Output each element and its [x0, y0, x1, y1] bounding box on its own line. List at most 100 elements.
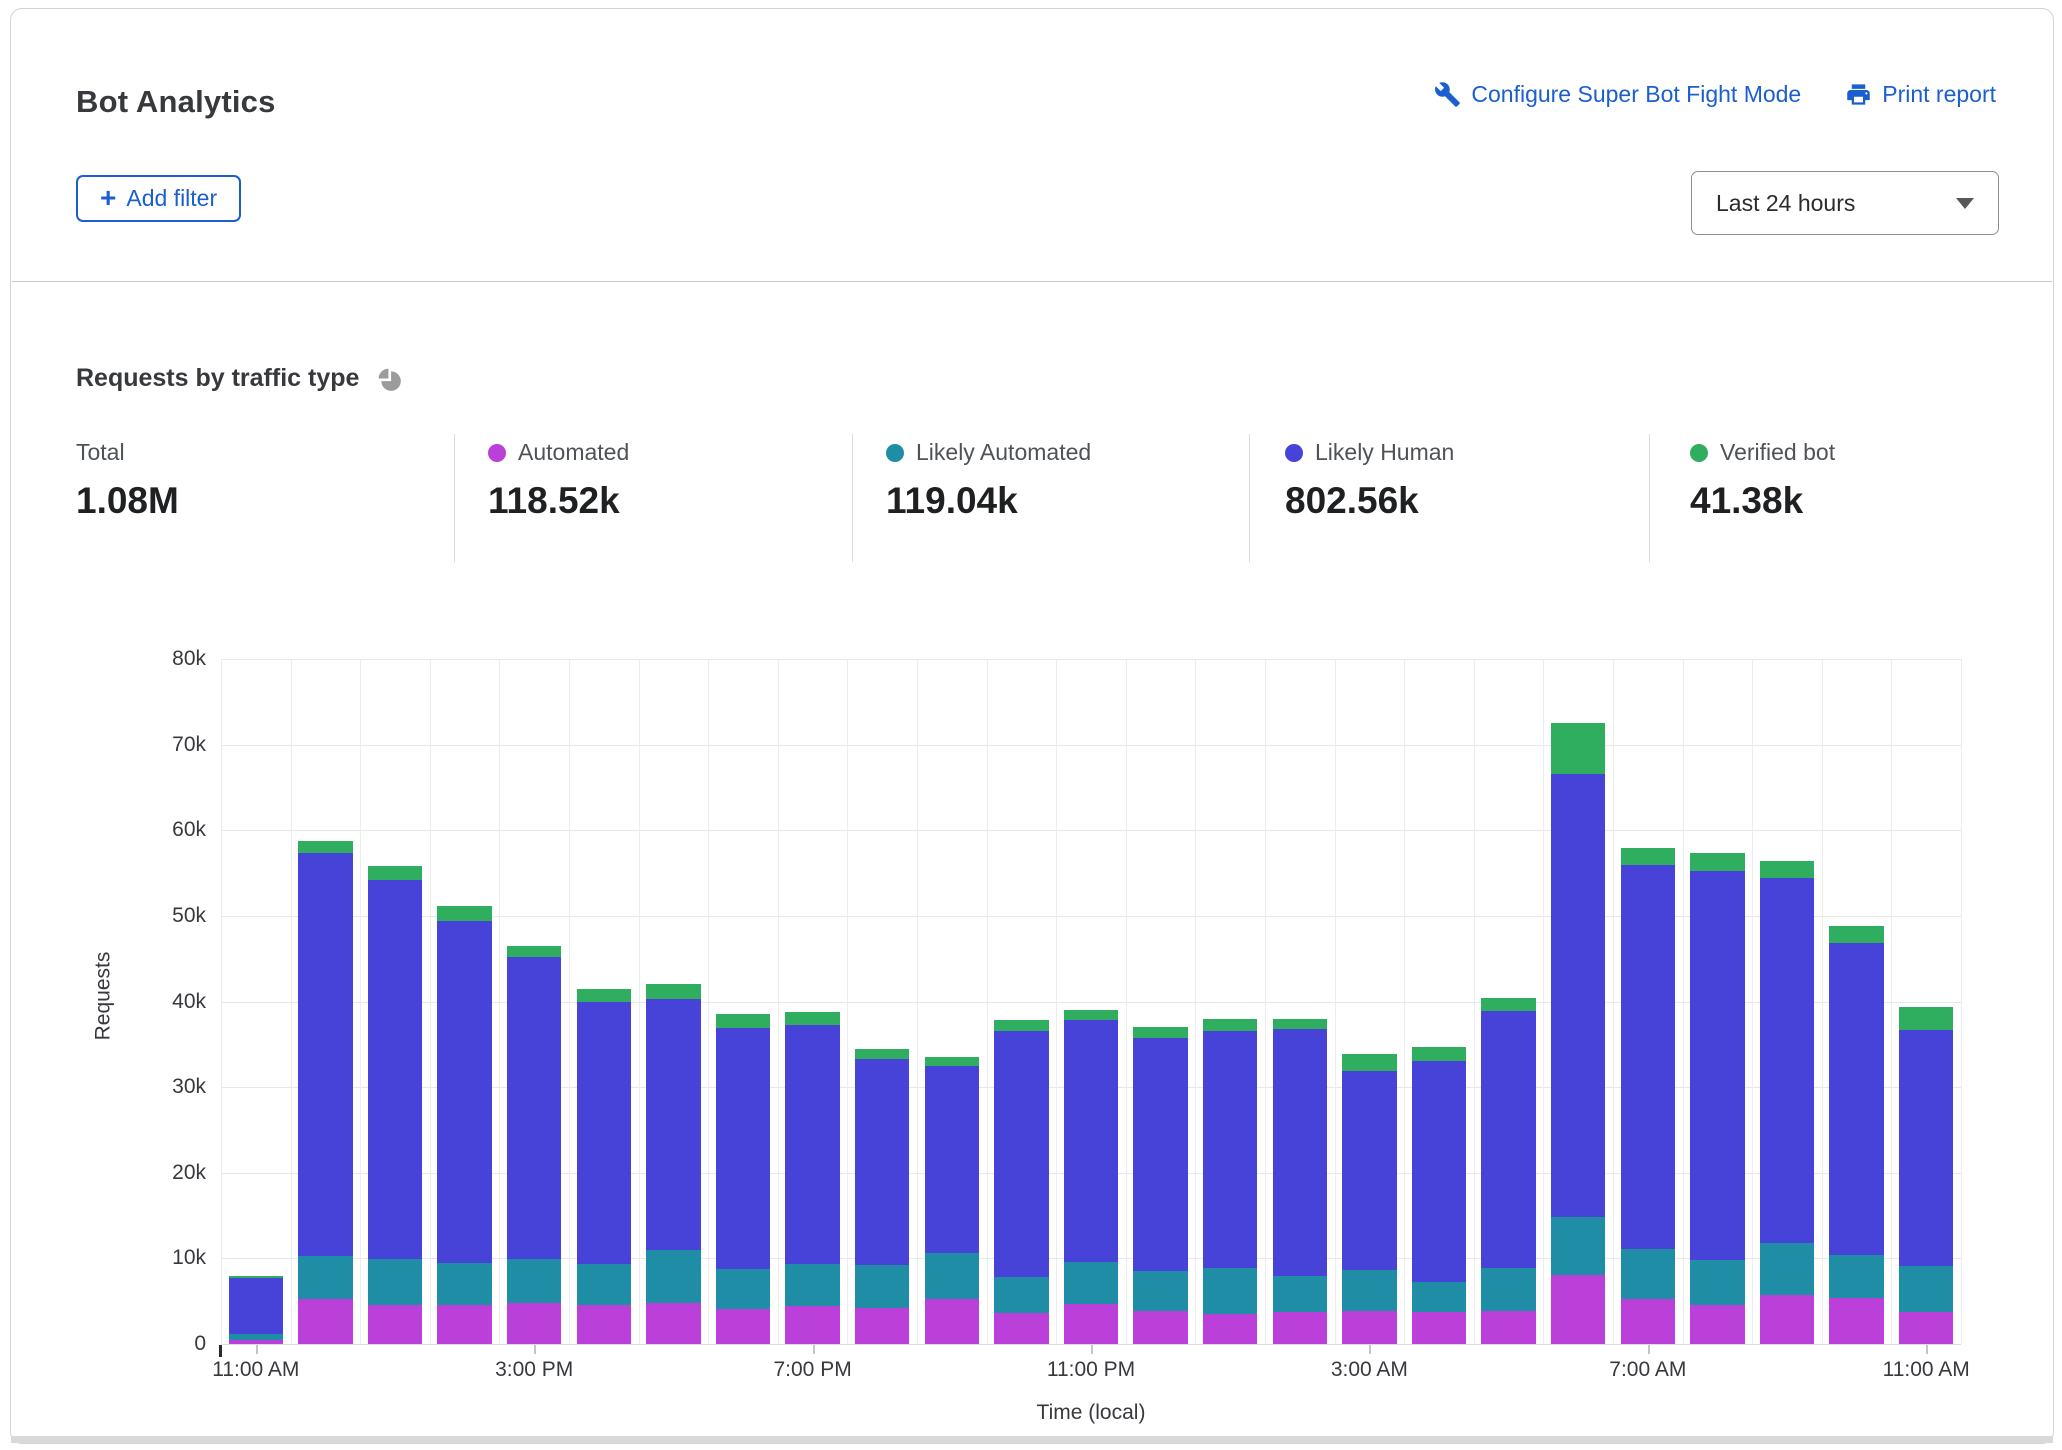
bar-segment-likely-automated[interactable]: [785, 1264, 839, 1306]
stacked-bar[interactable]: [1760, 659, 1814, 1344]
bar-segment-likely-automated[interactable]: [1760, 1243, 1814, 1295]
bar-segment-likely-human[interactable]: [1899, 1030, 1953, 1266]
bar-segment-likely-human[interactable]: [1621, 865, 1675, 1249]
bar-segment-verified-bot[interactable]: [1621, 848, 1675, 865]
bar-segment-likely-automated[interactable]: [437, 1263, 491, 1306]
bar-segment-likely-human[interactable]: [1064, 1020, 1118, 1262]
bar-segment-likely-automated[interactable]: [577, 1264, 631, 1304]
bar-segment-automated[interactable]: [1342, 1311, 1396, 1344]
bar-segment-likely-human[interactable]: [507, 957, 561, 1259]
stacked-bar[interactable]: [1690, 659, 1744, 1344]
bar-segment-likely-automated[interactable]: [1829, 1255, 1883, 1298]
bar-segment-automated[interactable]: [1551, 1275, 1605, 1344]
bar-segment-likely-human[interactable]: [298, 853, 352, 1256]
stacked-bar[interactable]: [646, 659, 700, 1344]
bar-segment-automated[interactable]: [716, 1309, 770, 1344]
bar-segment-likely-human[interactable]: [1133, 1038, 1187, 1271]
bar-segment-automated[interactable]: [437, 1305, 491, 1344]
bar-segment-automated[interactable]: [298, 1299, 352, 1344]
bar-segment-verified-bot[interactable]: [1133, 1027, 1187, 1038]
bar-segment-likely-human[interactable]: [646, 999, 700, 1250]
bar-segment-likely-human[interactable]: [1760, 878, 1814, 1243]
bar-segment-verified-bot[interactable]: [855, 1049, 909, 1059]
stacked-bar[interactable]: [1203, 659, 1257, 1344]
bar-segment-automated[interactable]: [1064, 1304, 1118, 1344]
bar-segment-likely-human[interactable]: [716, 1028, 770, 1269]
bar-segment-verified-bot[interactable]: [507, 946, 561, 957]
stacked-bar[interactable]: [507, 659, 561, 1344]
bar-segment-likely-automated[interactable]: [1899, 1266, 1953, 1312]
bar-segment-verified-bot[interactable]: [437, 906, 491, 921]
bar-segment-likely-human[interactable]: [368, 880, 422, 1259]
stacked-bar[interactable]: [994, 659, 1048, 1344]
bar-segment-likely-automated[interactable]: [507, 1259, 561, 1303]
bar-segment-verified-bot[interactable]: [1273, 1019, 1327, 1029]
bar-segment-likely-human[interactable]: [1273, 1029, 1327, 1276]
bar-segment-likely-human[interactable]: [855, 1059, 909, 1265]
stacked-bar[interactable]: [1829, 659, 1883, 1344]
bar-segment-likely-human[interactable]: [1829, 943, 1883, 1255]
stacked-bar[interactable]: [298, 659, 352, 1344]
configure-super-bot-fight-mode-link[interactable]: Configure Super Bot Fight Mode: [1434, 81, 1801, 108]
bar-segment-automated[interactable]: [646, 1303, 700, 1344]
bar-segment-verified-bot[interactable]: [1412, 1047, 1466, 1061]
stacked-bar[interactable]: [785, 659, 839, 1344]
bar-segment-likely-automated[interactable]: [1064, 1262, 1118, 1304]
bar-segment-likely-human[interactable]: [437, 921, 491, 1263]
bar-segment-automated[interactable]: [1203, 1314, 1257, 1344]
bar-segment-likely-human[interactable]: [577, 1002, 631, 1264]
bar-segment-likely-automated[interactable]: [1133, 1271, 1187, 1310]
bar-segment-verified-bot[interactable]: [785, 1012, 839, 1026]
time-range-select[interactable]: Last 24 hours: [1691, 171, 1999, 235]
stacked-bar[interactable]: [1481, 659, 1535, 1344]
stacked-bar[interactable]: [716, 659, 770, 1344]
bar-segment-verified-bot[interactable]: [1342, 1054, 1396, 1071]
bar-segment-automated[interactable]: [1829, 1298, 1883, 1344]
stacked-bar[interactable]: [437, 659, 491, 1344]
bar-segment-likely-automated[interactable]: [1621, 1249, 1675, 1300]
stacked-bar[interactable]: [1133, 659, 1187, 1344]
stacked-bar[interactable]: [1273, 659, 1327, 1344]
bar-segment-likely-human[interactable]: [994, 1031, 1048, 1278]
bar-segment-verified-bot[interactable]: [646, 984, 700, 999]
stacked-bar[interactable]: [1899, 659, 1953, 1344]
bar-segment-likely-automated[interactable]: [1412, 1282, 1466, 1312]
bar-segment-automated[interactable]: [1481, 1311, 1535, 1344]
bar-segment-verified-bot[interactable]: [1481, 998, 1535, 1011]
bar-segment-likely-human[interactable]: [1481, 1011, 1535, 1268]
print-report-link[interactable]: Print report: [1845, 81, 1996, 108]
bar-segment-automated[interactable]: [229, 1340, 283, 1344]
bar-segment-automated[interactable]: [1760, 1295, 1814, 1344]
bar-segment-automated[interactable]: [994, 1313, 1048, 1344]
bar-segment-verified-bot[interactable]: [1690, 853, 1744, 872]
bar-segment-likely-automated[interactable]: [1273, 1276, 1327, 1312]
bar-segment-verified-bot[interactable]: [1203, 1019, 1257, 1031]
add-filter-button[interactable]: + Add filter: [76, 175, 241, 222]
bar-segment-verified-bot[interactable]: [994, 1020, 1048, 1030]
bar-segment-likely-automated[interactable]: [646, 1250, 700, 1303]
bar-segment-likely-automated[interactable]: [855, 1265, 909, 1308]
bar-segment-automated[interactable]: [577, 1305, 631, 1344]
stacked-bar[interactable]: [1621, 659, 1675, 1344]
bar-segment-likely-automated[interactable]: [925, 1253, 979, 1298]
stacked-bar[interactable]: [1064, 659, 1118, 1344]
bar-segment-likely-automated[interactable]: [716, 1269, 770, 1309]
bar-segment-verified-bot[interactable]: [1064, 1010, 1118, 1019]
bar-segment-likely-automated[interactable]: [994, 1277, 1048, 1313]
bar-segment-verified-bot[interactable]: [577, 989, 631, 1003]
bar-segment-likely-human[interactable]: [925, 1066, 979, 1254]
bar-segment-verified-bot[interactable]: [716, 1014, 770, 1028]
stacked-bar[interactable]: [577, 659, 631, 1344]
stacked-bar[interactable]: [1412, 659, 1466, 1344]
bar-segment-automated[interactable]: [1899, 1312, 1953, 1344]
bar-segment-automated[interactable]: [1690, 1305, 1744, 1344]
stacked-bar[interactable]: [855, 659, 909, 1344]
bar-segment-automated[interactable]: [925, 1299, 979, 1344]
bar-segment-likely-human[interactable]: [785, 1025, 839, 1264]
stacked-bar[interactable]: [1342, 659, 1396, 1344]
bar-segment-automated[interactable]: [1273, 1312, 1327, 1344]
bar-segment-automated[interactable]: [507, 1303, 561, 1344]
bar-segment-likely-human[interactable]: [1690, 871, 1744, 1260]
bar-segment-verified-bot[interactable]: [925, 1057, 979, 1066]
bar-segment-likely-automated[interactable]: [1690, 1260, 1744, 1305]
